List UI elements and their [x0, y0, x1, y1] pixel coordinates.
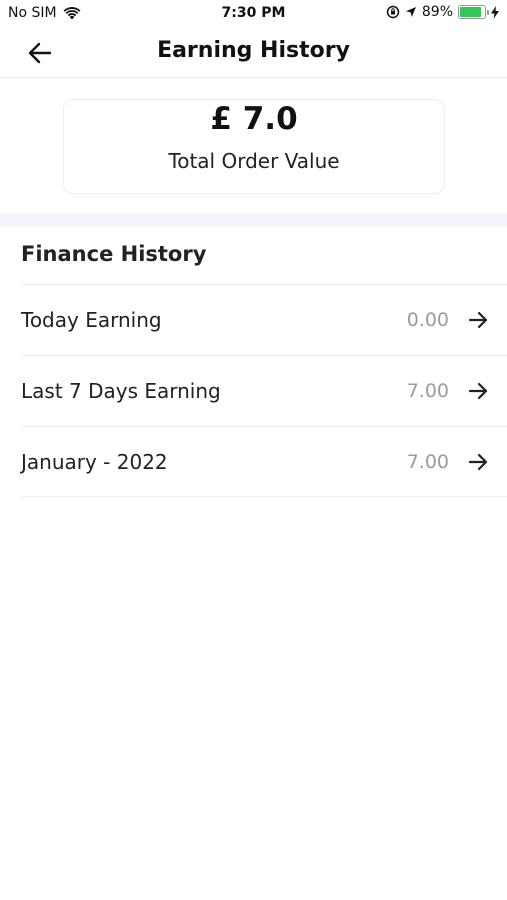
status-right: 89% [386, 4, 499, 20]
list-item-month[interactable]: January - 2022 7.00 [21, 426, 507, 497]
battery-cap [487, 10, 489, 15]
list-item-value: 7.00 [406, 380, 449, 402]
status-bar: No SIM 7:30 PM 89% [0, 0, 507, 28]
finance-history-title: Finance History [21, 242, 207, 266]
total-amount: £ 7.0 [210, 101, 298, 137]
orientation-lock-icon [386, 5, 400, 19]
battery-icon [458, 5, 489, 19]
charging-bolt-icon [491, 5, 499, 19]
list-item-today-earning[interactable]: Today Earning 0.00 [21, 284, 507, 355]
total-order-card: £ 7.0 Total Order Value [63, 99, 445, 194]
location-arrow-icon [405, 7, 416, 17]
section-divider [0, 214, 507, 226]
list-item-value: 7.00 [406, 450, 449, 473]
finance-history-list: Today Earning 0.00 Last 7 Days Earning 7… [21, 284, 507, 497]
arrow-right-icon [468, 382, 488, 400]
list-item-label: Today Earning [21, 308, 162, 332]
list-item-last-7-days[interactable]: Last 7 Days Earning 7.00 [21, 355, 507, 426]
page-title: Earning History [157, 38, 350, 63]
list-item-label: January - 2022 [21, 449, 168, 474]
battery-fill [460, 7, 482, 17]
list-item-value: 0.00 [406, 309, 449, 331]
battery-percent: 89% [421, 4, 453, 20]
list-item-label: Last 7 Days Earning [21, 379, 221, 403]
arrow-right-icon [468, 453, 488, 471]
nav-header: Earning History [0, 28, 507, 78]
arrow-right-icon [468, 311, 488, 329]
total-label: Total Order Value [168, 149, 340, 173]
